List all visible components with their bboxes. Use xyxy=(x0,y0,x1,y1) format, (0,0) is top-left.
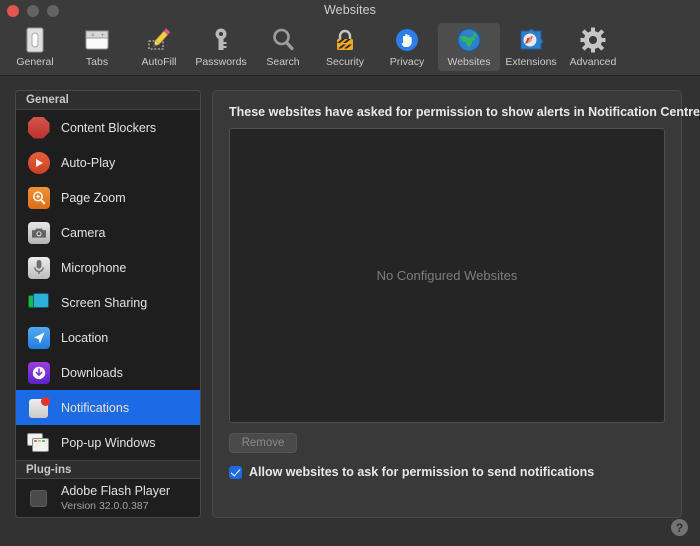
sidebar-group-header-general: General xyxy=(16,91,200,110)
help-button[interactable]: ? xyxy=(671,519,688,536)
sidebar-item-downloads[interactable]: Downloads xyxy=(16,355,200,390)
preferences-body: General Content Blockers Auto-Play Page … xyxy=(0,76,700,546)
sidebar-item-adobe-flash-player[interactable]: Adobe Flash Player Version 32.0.0.387 xyxy=(16,479,200,517)
toolbar-label: Passwords xyxy=(195,56,247,68)
toolbar-item-passwords[interactable]: Passwords xyxy=(190,23,252,71)
toolbar-label: General xyxy=(16,56,54,68)
minimize-button[interactable] xyxy=(27,4,39,17)
sidebar-item-label: Camera xyxy=(61,225,106,240)
toolbar-label: Advanced xyxy=(569,56,617,68)
allow-notifications-label: Allow websites to ask for permission to … xyxy=(249,465,595,479)
microphone-icon xyxy=(26,255,51,280)
toolbar-label: Privacy xyxy=(389,56,425,68)
toolbar-item-general[interactable]: General xyxy=(4,23,66,71)
sidebar-item-popup-windows[interactable]: Pop-up Windows xyxy=(16,425,200,460)
allow-notifications-row[interactable]: Allow websites to ask for permission to … xyxy=(229,465,665,479)
sidebar-item-location[interactable]: Location xyxy=(16,320,200,355)
sidebar-item-label: Downloads xyxy=(61,365,123,380)
svg-text:+: + xyxy=(101,33,105,39)
toolbar-item-advanced[interactable]: Advanced xyxy=(562,23,624,71)
sidebar-item-label: Page Zoom xyxy=(61,190,126,205)
sidebar-item-label: Pop-up Windows xyxy=(61,435,156,450)
toolbar-label: Search xyxy=(266,56,300,68)
toolbar-item-tabs[interactable]: × + Tabs xyxy=(66,23,128,71)
sidebar-item-label: Screen Sharing xyxy=(61,295,148,310)
notifications-panel: These websites have asked for permission… xyxy=(212,90,700,518)
extensions-icon xyxy=(516,25,546,55)
toolbar-item-privacy[interactable]: Privacy xyxy=(376,23,438,71)
location-icon xyxy=(26,325,51,350)
sidebar-item-label: Microphone xyxy=(61,260,127,275)
empty-state-label: No Configured Websites xyxy=(376,268,518,283)
camera-icon xyxy=(26,220,51,245)
toolbar-item-search[interactable]: Search xyxy=(252,23,314,71)
toolbar-label: Extensions xyxy=(505,56,557,68)
toolbar-label: Security xyxy=(326,56,364,68)
sidebar-item-screen-sharing[interactable]: Screen Sharing xyxy=(16,285,200,320)
toolbar-label: Websites xyxy=(447,56,491,68)
title-bar: Websites xyxy=(0,0,700,21)
sidebar-item-label: Content Blockers xyxy=(61,120,157,135)
toolbar-label: Tabs xyxy=(85,56,109,68)
security-icon xyxy=(330,25,360,55)
preferences-window: Websites General × + Tabs AutoFill Passw… xyxy=(0,0,700,546)
sidebar-item-content-blockers[interactable]: Content Blockers xyxy=(16,110,200,145)
sidebar-item-label: Auto-Play xyxy=(61,155,116,170)
downloads-icon xyxy=(26,360,51,385)
toolbar-item-extensions[interactable]: Extensions xyxy=(500,23,562,71)
plugin-icon xyxy=(26,486,51,511)
sidebar-item-label: Notifications xyxy=(61,400,130,415)
popup-windows-icon xyxy=(26,430,51,455)
remove-button[interactable]: Remove xyxy=(229,433,297,453)
sidebar-item-label: Location xyxy=(61,330,109,345)
plugin-name: Adobe Flash Player xyxy=(61,484,171,499)
panel-title: These websites have asked for permission… xyxy=(229,105,700,119)
websites-icon xyxy=(454,25,484,55)
zoom-button[interactable] xyxy=(47,4,59,17)
configured-websites-list[interactable]: No Configured Websites xyxy=(229,128,665,423)
privacy-icon xyxy=(392,25,422,55)
passwords-icon xyxy=(206,25,236,55)
preferences-toolbar: General × + Tabs AutoFill Passwords Sear… xyxy=(0,21,700,76)
screen-sharing-icon xyxy=(26,290,51,315)
auto-play-icon xyxy=(26,150,51,175)
notifications-icon xyxy=(26,395,51,420)
allow-notifications-checkbox[interactable] xyxy=(229,465,242,479)
toolbar-item-websites[interactable]: Websites xyxy=(438,23,500,71)
svg-text:×: × xyxy=(91,33,95,39)
sidebar-item-page-zoom[interactable]: Page Zoom xyxy=(16,180,200,215)
plugin-version: Version 32.0.0.387 xyxy=(61,499,149,512)
window-controls xyxy=(7,0,59,21)
autofill-icon xyxy=(144,25,174,55)
sidebar-item-camera[interactable]: Camera xyxy=(16,215,200,250)
websites-sidebar: General Content Blockers Auto-Play Page … xyxy=(15,90,201,518)
toolbar-item-security[interactable]: Security xyxy=(314,23,376,71)
plugin-text: Adobe Flash Player Version 32.0.0.387 xyxy=(61,484,170,511)
sidebar-item-notifications[interactable]: Notifications xyxy=(16,390,200,425)
sidebar-group-header-plugins: Plug-ins xyxy=(16,460,200,479)
advanced-icon xyxy=(578,25,608,55)
window-title: Websites xyxy=(324,3,376,17)
sidebar-item-microphone[interactable]: Microphone xyxy=(16,250,200,285)
sidebar-item-auto-play[interactable]: Auto-Play xyxy=(16,145,200,180)
tabs-icon: × + xyxy=(82,25,112,55)
search-icon xyxy=(268,25,298,55)
content-blockers-icon xyxy=(26,115,51,140)
toolbar-label: AutoFill xyxy=(141,56,177,68)
page-zoom-icon xyxy=(26,185,51,210)
general-icon xyxy=(20,25,50,55)
toolbar-item-autofill[interactable]: AutoFill xyxy=(128,23,190,71)
close-button[interactable] xyxy=(7,4,19,17)
